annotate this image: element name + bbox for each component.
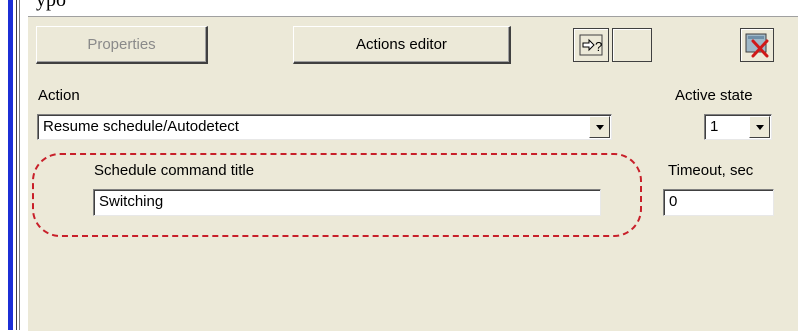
active-state-value: 1 (710, 118, 719, 135)
action-settings-panel: Properties Actions editor ? Action Resum… (28, 16, 798, 331)
window-edge-line (16, 0, 17, 330)
help-arrow-icon: ? (579, 34, 603, 56)
cut-off-heading: ypo (36, 0, 66, 11)
blank-button[interactable] (612, 28, 652, 62)
window-edge-line (19, 0, 20, 330)
window-accent-bar (8, 0, 13, 330)
help-arrow-button[interactable]: ? (573, 28, 609, 62)
action-select[interactable]: Resume schedule/Autodetect (37, 114, 612, 140)
schedule-command-title-label: Schedule command title (94, 162, 255, 179)
active-state-label: Active state (675, 87, 753, 104)
red-x-close-icon (745, 33, 769, 58)
timeout-label: Timeout, sec (668, 162, 754, 179)
actions-editor-button[interactable]: Actions editor (293, 26, 511, 64)
action-select-value: Resume schedule/Autodetect (43, 118, 239, 135)
active-state-dropdown-button[interactable] (749, 116, 770, 138)
svg-text:?: ? (595, 39, 602, 54)
top-content-strip: ypo (28, 0, 798, 16)
properties-button-label: Properties (87, 36, 156, 53)
actions-editor-button-label: Actions editor (356, 36, 447, 53)
action-label: Action (38, 87, 80, 104)
close-action-button[interactable] (740, 28, 774, 62)
properties-button[interactable]: Properties (36, 26, 208, 64)
window-left-edge (0, 0, 28, 330)
action-dropdown-button[interactable] (589, 116, 610, 138)
timeout-value: 0 (669, 193, 678, 210)
schedule-command-title-value: Switching (99, 193, 164, 210)
timeout-input[interactable]: 0 (663, 189, 774, 216)
schedule-command-title-input[interactable]: Switching (93, 189, 601, 216)
